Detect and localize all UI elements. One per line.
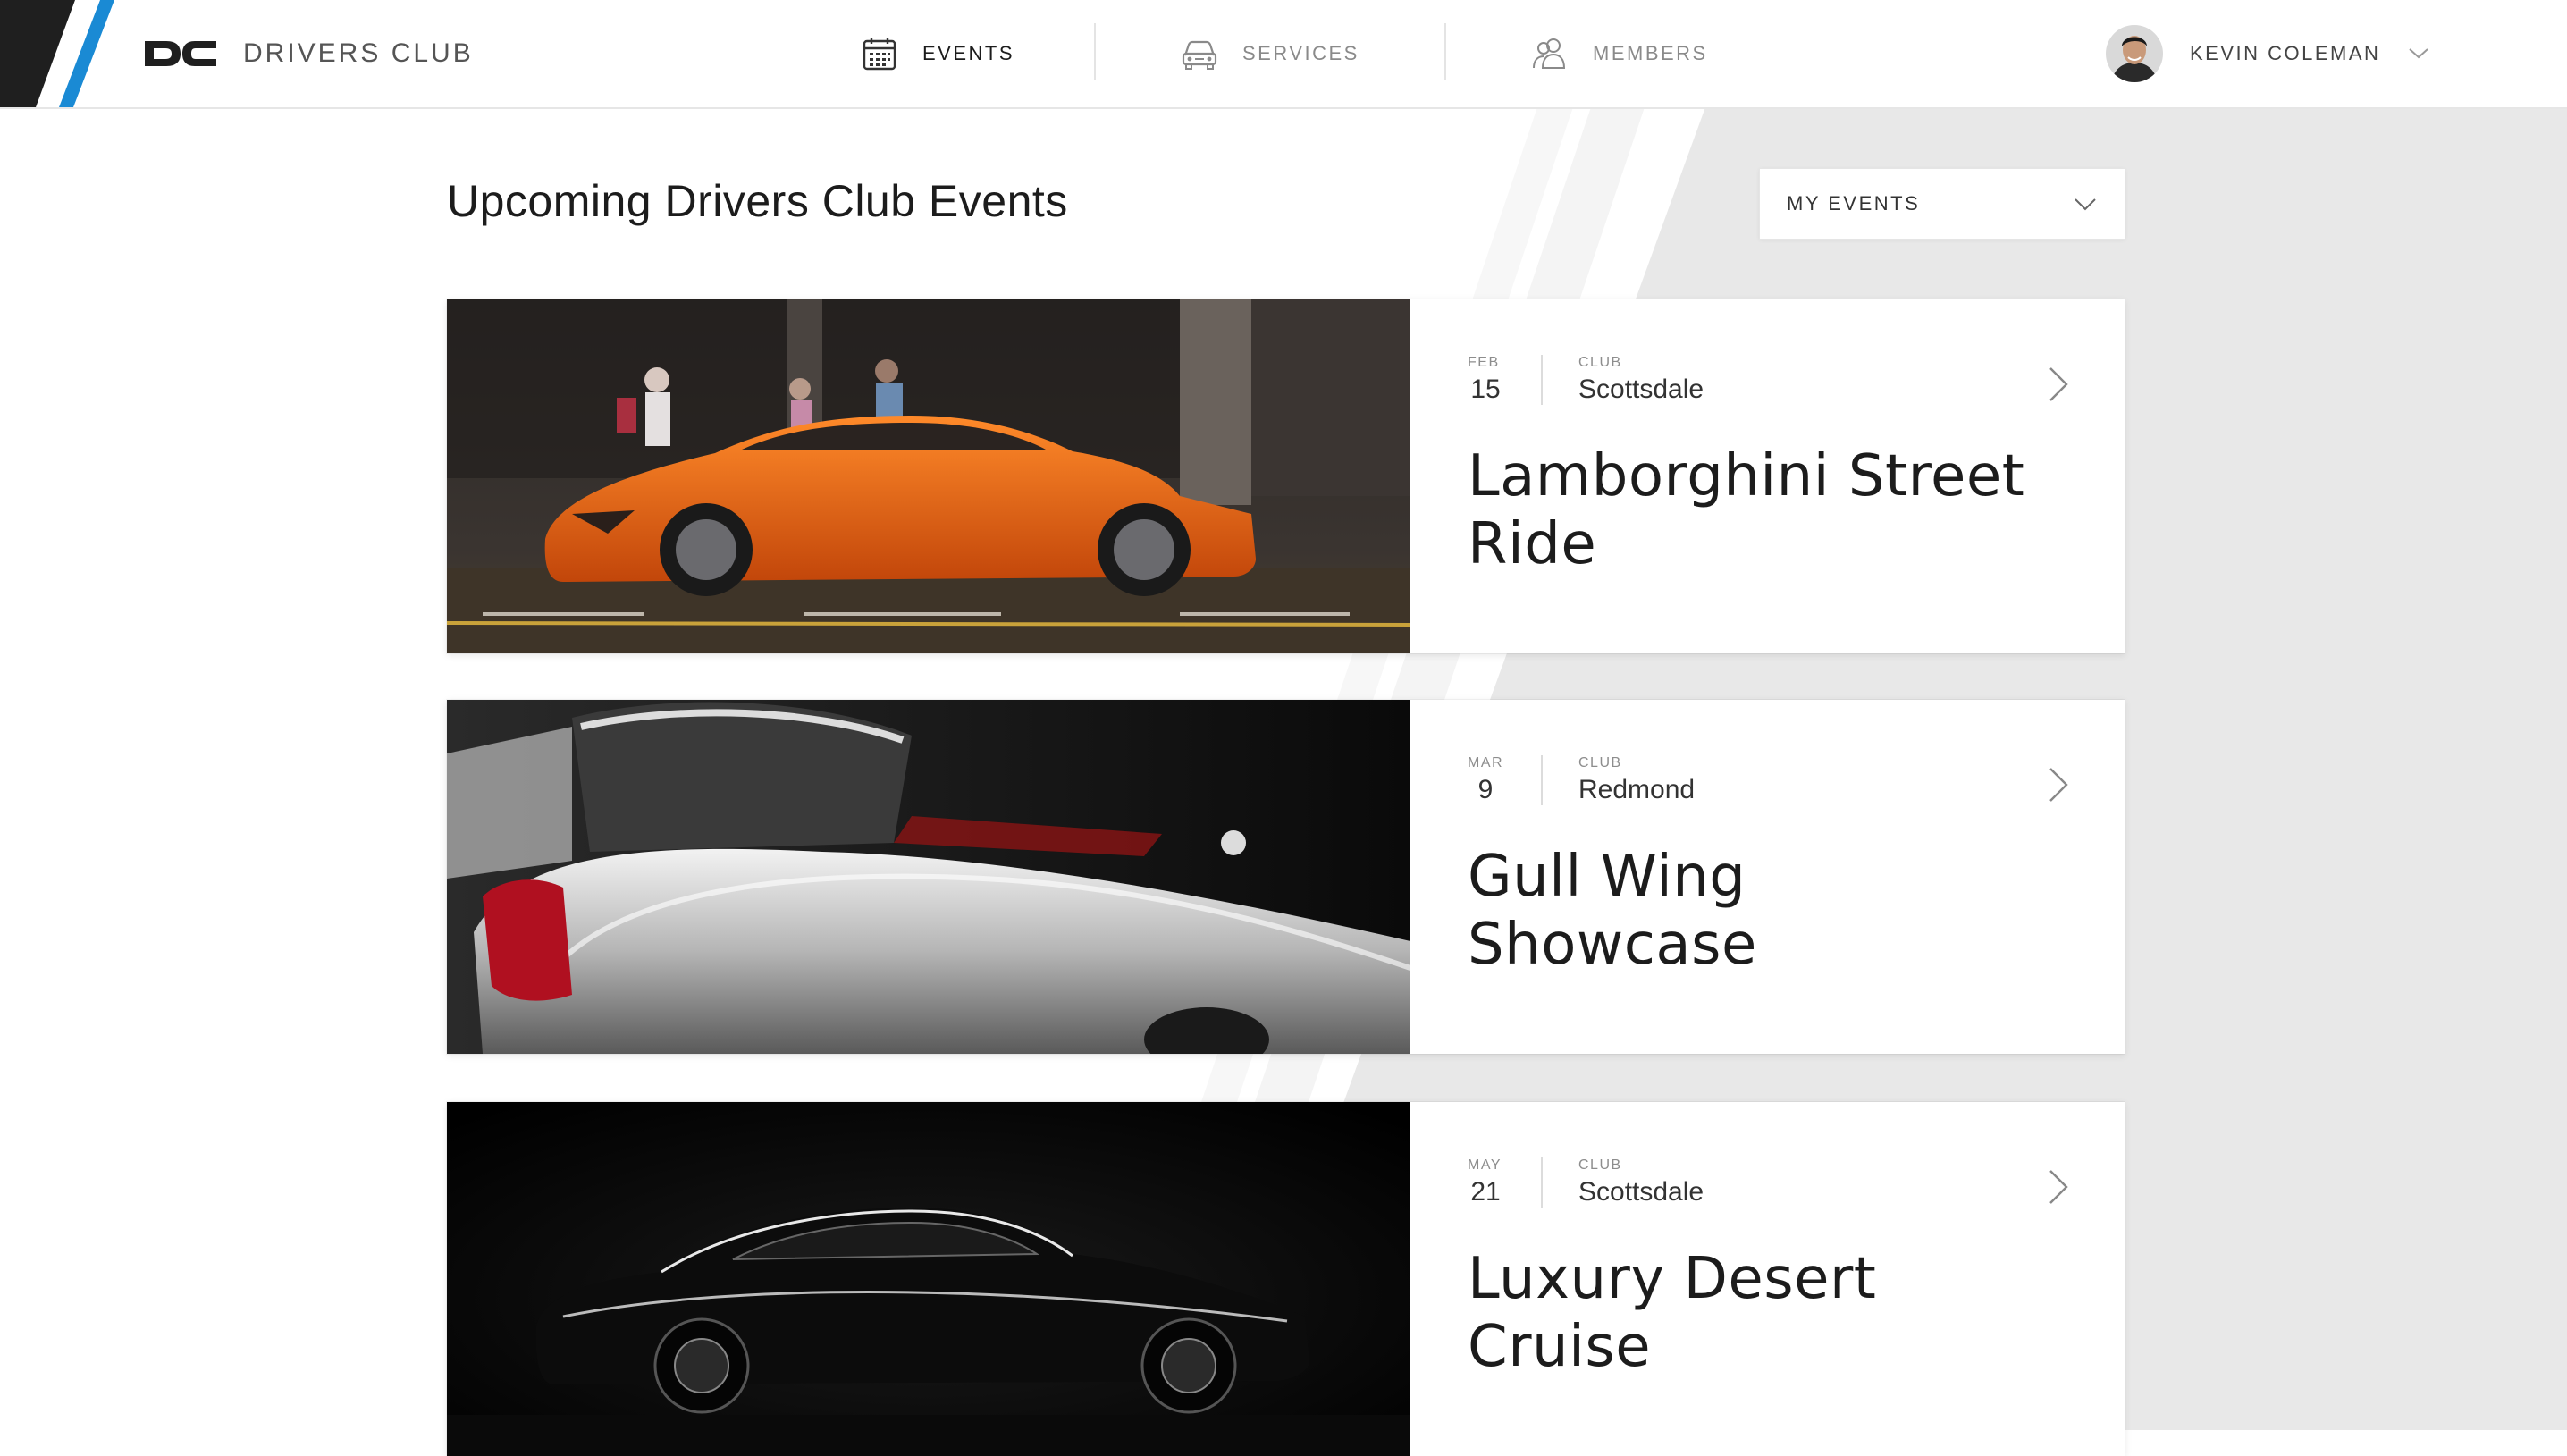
- brand-corner-stripe: [0, 0, 114, 107]
- user-menu[interactable]: KEVIN COLEMAN: [2106, 25, 2430, 82]
- club-name: Scottsdale: [1578, 1177, 1704, 1207]
- event-title: Luxury Desert Cruise: [1468, 1246, 1877, 1380]
- avatar: [2106, 25, 2163, 82]
- club-label: CLUB: [1578, 355, 1622, 370]
- nav-members-label: MEMBERS: [1593, 42, 1708, 64]
- nav-members[interactable]: MEMBERS: [1530, 0, 1708, 107]
- members-icon: [1533, 38, 1566, 69]
- meta-divider: [1541, 355, 1543, 405]
- event-image-gullwing: [447, 700, 1410, 1054]
- event-day: 15: [1470, 375, 1501, 404]
- nav-events[interactable]: EVENTS: [860, 0, 1014, 107]
- club-label: CLUB: [1578, 1157, 1622, 1173]
- event-title: Lamborghini Street Ride: [1468, 443, 2025, 577]
- chevron-right-icon[interactable]: [2042, 764, 2073, 805]
- event-card[interactable]: FEB 15 CLUB Scottsdale Lamborghini Stree…: [447, 299, 2125, 653]
- event-month: FEB: [1468, 355, 1500, 370]
- chevron-down-icon: [2075, 198, 2096, 211]
- user-name: KEVIN COLEMAN: [2190, 42, 2381, 64]
- event-month: MAR: [1468, 755, 1504, 770]
- event-title: Gull Wing Showcase: [1468, 844, 1757, 978]
- club-label: CLUB: [1578, 755, 1622, 770]
- car-icon: [1182, 40, 1217, 70]
- nav-services[interactable]: SERVICES: [1180, 0, 1359, 107]
- brand-name: DRIVERS CLUB: [243, 38, 474, 68]
- event-day: 21: [1470, 1177, 1501, 1207]
- event-card[interactable]: MAY 21 CLUB Scottsdale Luxury Desert Cru…: [447, 1102, 2125, 1456]
- meta-divider: [1541, 1157, 1543, 1208]
- my-events-dropdown[interactable]: MY EVENTS: [1759, 168, 2125, 240]
- club-name: Redmond: [1578, 775, 1696, 804]
- meta-divider: [1541, 755, 1543, 805]
- dropdown-label: MY EVENTS: [1787, 192, 1921, 215]
- event-image-sedan: [447, 1102, 1410, 1456]
- brand-logo[interactable]: DRIVERS CLUB: [141, 36, 474, 72]
- nav-events-label: EVENTS: [922, 42, 1015, 64]
- event-month: MAY: [1468, 1157, 1502, 1173]
- nav-services-label: SERVICES: [1242, 42, 1359, 64]
- event-day: 9: [1477, 775, 1494, 804]
- calendar-icon: [863, 38, 896, 71]
- club-name: Scottsdale: [1578, 375, 1704, 404]
- chevron-down-icon: [2409, 48, 2429, 59]
- event-image-lamborghini: [447, 299, 1410, 653]
- page-title: Upcoming Drivers Club Events: [447, 176, 1068, 226]
- chevron-right-icon[interactable]: [2042, 1166, 2073, 1208]
- nav-divider: [1094, 23, 1096, 80]
- nav-divider: [1444, 23, 1446, 80]
- top-navbar: DRIVERS CLUB EVENTS SERVICES MEMBERS KEV…: [0, 0, 2567, 109]
- event-card[interactable]: MAR 9 CLUB Redmond Gull Wing Showcase: [447, 700, 2125, 1054]
- dc-logo-icon: [145, 41, 216, 66]
- chevron-right-icon[interactable]: [2042, 364, 2073, 405]
